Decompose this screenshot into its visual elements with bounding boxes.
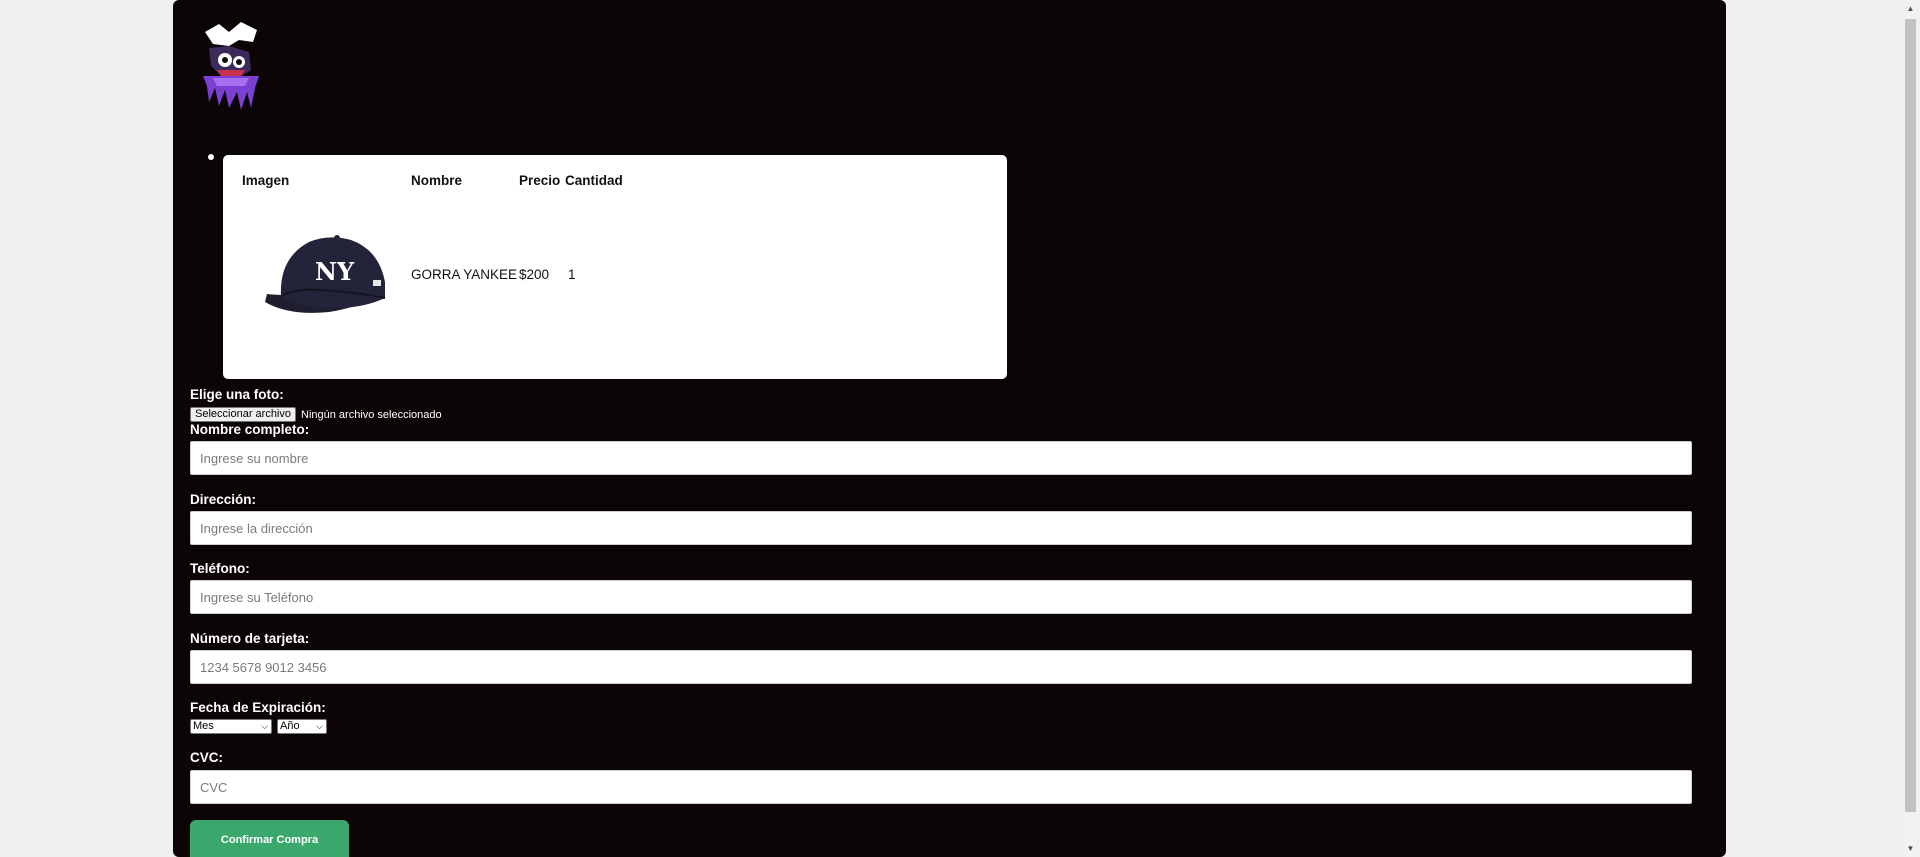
triangle-down-icon[interactable]: ▼: [1901, 840, 1920, 857]
brand-logo[interactable]: [199, 18, 263, 112]
name-input[interactable]: [190, 441, 1692, 475]
chevron-down-icon: ⌵: [261, 721, 268, 731]
chevron-down-icon: ⌵: [316, 721, 323, 731]
item-quantity: 1: [568, 267, 576, 282]
column-header-image: Imagen: [242, 173, 290, 188]
year-select[interactable]: Año ⌵: [277, 719, 327, 734]
list-bullet: [208, 154, 214, 160]
card-number-input[interactable]: [190, 650, 1692, 684]
cap-image: NY: [265, 235, 386, 313]
confirm-purchase-button[interactable]: Confirmar Compra: [190, 820, 349, 857]
column-header-name: Nombre: [411, 173, 463, 188]
vertical-scrollbar[interactable]: ▲ ▼: [1901, 0, 1920, 857]
choose-file-button[interactable]: Seleccionar archivo: [190, 407, 296, 422]
month-select[interactable]: Mes ⌵: [190, 719, 272, 734]
item-name: GORRA YANKEE: [411, 267, 518, 282]
cvc-input[interactable]: [190, 770, 1692, 804]
phone-label: Teléfono:: [190, 561, 250, 576]
scrollbar-thumb[interactable]: [1905, 19, 1916, 812]
name-label: Nombre completo:: [190, 422, 310, 437]
month-select-value: Mes: [193, 720, 214, 732]
phone-input[interactable]: [190, 580, 1692, 614]
address-input[interactable]: [190, 511, 1692, 545]
card-number-label: Número de tarjeta:: [190, 631, 310, 646]
year-select-value: Año: [280, 720, 300, 732]
triangle-up-icon[interactable]: ▲: [1901, 0, 1920, 17]
cart-table: Imagen Nombre Precio Cantidad NY GORRA Y…: [223, 155, 1007, 379]
photo-label: Elige una foto:: [190, 387, 284, 402]
address-label: Dirección:: [190, 492, 257, 507]
column-header-quantity: Cantidad: [565, 173, 623, 188]
svg-text:NY: NY: [315, 257, 355, 286]
column-header-price: Precio: [519, 173, 561, 188]
item-price: $200: [519, 267, 550, 282]
file-upload: Seleccionar archivo Ningún archivo selec…: [190, 407, 442, 422]
checkout-panel: Imagen Nombre Precio Cantidad NY GORRA Y…: [173, 0, 1726, 857]
cvc-label: CVC:: [190, 750, 223, 765]
file-status-text: Ningún archivo seleccionado: [301, 408, 442, 421]
expiration-label: Fecha de Expiración:: [190, 700, 326, 715]
